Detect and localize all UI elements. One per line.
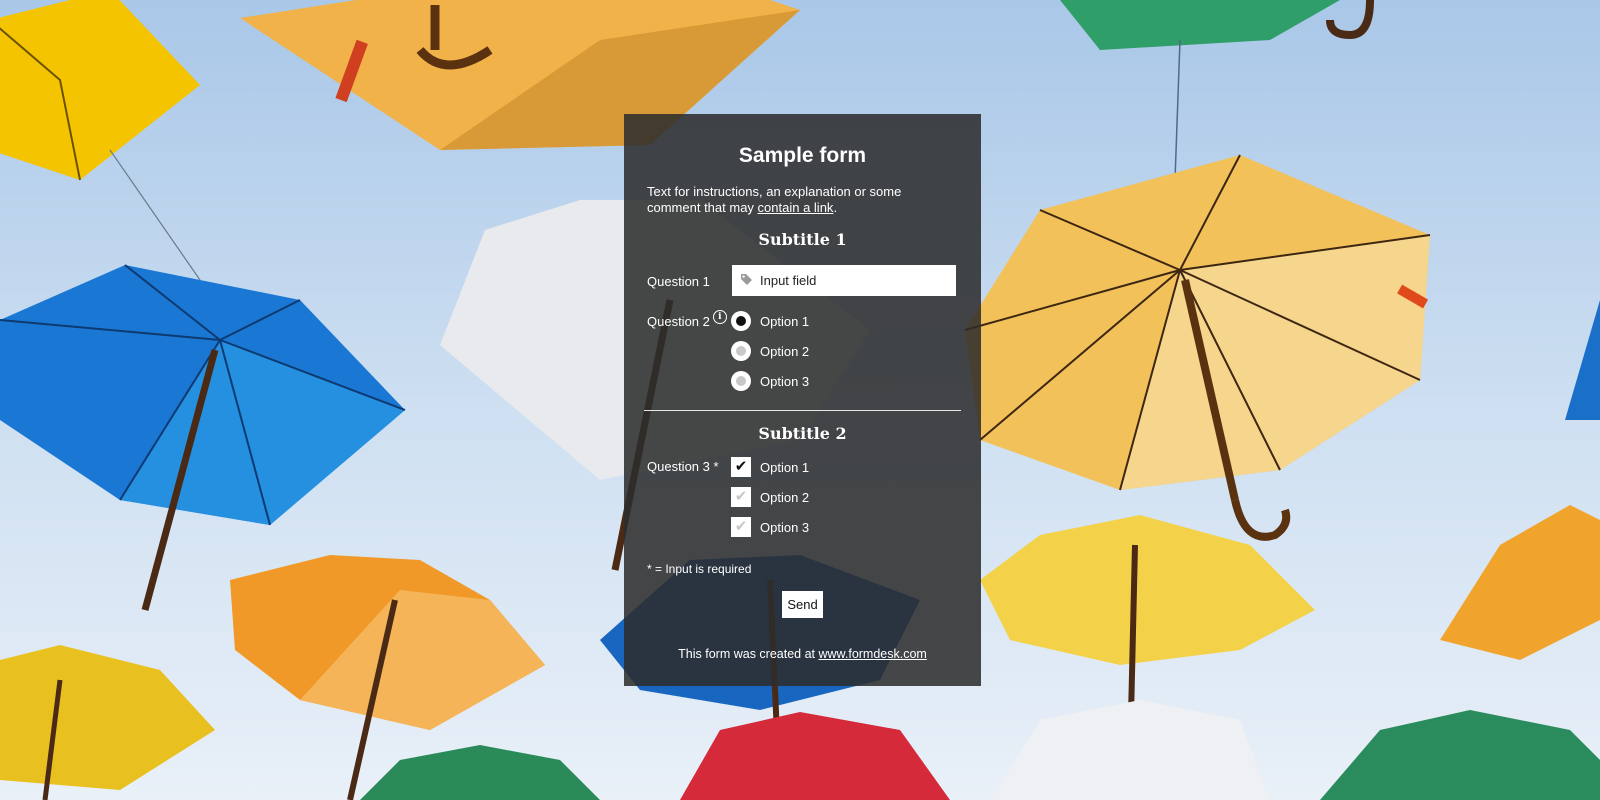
radio-option-1-label: Option 1 [760, 314, 810, 329]
footer-link[interactable]: www.formdesk.com [818, 647, 926, 661]
footer: This form was created at www.formdesk.co… [624, 647, 981, 661]
form-title: Sample form [738, 144, 867, 167]
tag-icon [741, 274, 752, 285]
checkbox-option-1-label: Option 1 [760, 460, 810, 475]
subtitle-2: Subtitle 2 [758, 424, 847, 443]
checkbox-unchecked-icon[interactable]: ✔ [731, 487, 751, 507]
intro-text: Text for instructions, an explanation or… [647, 184, 907, 216]
radio-button-selected[interactable] [731, 311, 751, 331]
footer-text: This form was created at [678, 647, 819, 661]
checkbox-checked-icon[interactable]: ✔ [731, 457, 751, 477]
checkbox-option-2-label: Option 2 [760, 490, 810, 505]
question-2-label: Question 2 [647, 314, 710, 329]
radio-option-2-label: Option 2 [760, 344, 810, 359]
question-1-field-wrap [732, 265, 956, 296]
intro-text-end: . [833, 200, 838, 215]
section-divider [644, 410, 961, 411]
question-1-label: Question 1 [647, 274, 710, 289]
question-1-input[interactable] [760, 265, 950, 296]
checkbox-option-3-label: Option 3 [760, 520, 810, 535]
radio-option-3-label: Option 3 [760, 374, 810, 389]
send-button[interactable]: Send [782, 591, 823, 618]
required-note: * = Input is required [647, 562, 752, 576]
radio-button[interactable] [731, 371, 751, 391]
subtitle-1: Subtitle 1 [758, 230, 847, 249]
info-icon[interactable]: i [712, 310, 727, 324]
question-3-label: Question 3 * [647, 459, 719, 474]
checkbox-unchecked-icon[interactable]: ✔ [731, 517, 751, 537]
question-2-label-wrap: Question 2i [647, 310, 727, 329]
intro-link[interactable]: contain a link [758, 200, 834, 215]
form-panel: Sample form Text for instructions, an ex… [624, 114, 981, 686]
radio-button[interactable] [731, 341, 751, 361]
